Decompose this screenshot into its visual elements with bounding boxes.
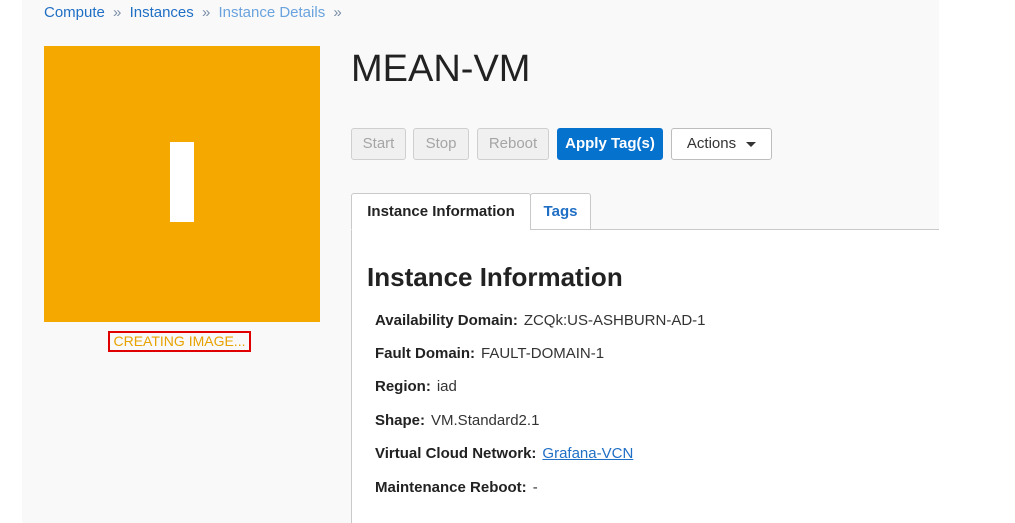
field-value: - [532, 479, 538, 496]
breadcrumb-separator: » [201, 4, 211, 21]
breadcrumb-separator: » [113, 4, 122, 21]
breadcrumb-instance-details: Instance Details [218, 4, 326, 21]
field-virtual-cloud-network: Virtual Cloud Network: Grafana-VCN [375, 444, 633, 464]
breadcrumb-separator: » [333, 4, 342, 21]
stop-button[interactable]: Stop [413, 128, 469, 160]
tab-tags[interactable]: Tags [530, 193, 591, 230]
chevron-down-icon [746, 141, 757, 147]
instance-status-icon [44, 46, 320, 322]
field-value: ZCQk:US-ASHBURN-AD-1 [523, 312, 706, 329]
breadcrumb: Compute » Instances » Instance Details » [44, 4, 346, 21]
instance-icon-glyph [170, 142, 194, 222]
field-value: VM.Standard2.1 [431, 412, 540, 429]
field-shape: Shape: VM.Standard2.1 [375, 411, 539, 431]
field-maintenance-reboot: Maintenance Reboot: - [375, 478, 538, 498]
breadcrumb-instances[interactable]: Instances [130, 4, 194, 21]
field-label: Region: [375, 378, 431, 395]
reboot-button[interactable]: Reboot [477, 128, 549, 160]
field-region: Region: iad [375, 377, 457, 397]
vcn-link[interactable]: Grafana-VCN [542, 445, 633, 462]
breadcrumb-compute[interactable]: Compute [44, 4, 105, 21]
field-label: Fault Domain: [375, 345, 475, 362]
field-label: Shape: [375, 412, 426, 429]
section-title: Instance Information [367, 262, 623, 292]
start-button[interactable]: Start [351, 128, 406, 160]
apply-tags-button[interactable]: Apply Tag(s) [557, 128, 663, 160]
actions-dropdown[interactable]: Actions [671, 128, 772, 160]
field-availability-domain: Availability Domain: ZCQk:US-ASHBURN-AD-1 [375, 311, 706, 331]
field-fault-domain: Fault Domain: FAULT-DOMAIN-1 [375, 344, 604, 364]
field-value: iad [436, 378, 457, 395]
field-value: FAULT-DOMAIN-1 [481, 345, 605, 362]
tab-instance-information[interactable]: Instance Information [351, 193, 531, 230]
actions-label: Actions [686, 135, 737, 152]
field-label: Maintenance Reboot: [375, 479, 527, 496]
instance-status-label: CREATING IMAGE... [108, 331, 251, 352]
field-label: Availability Domain: [375, 312, 518, 329]
page-title: MEAN-VM [351, 48, 531, 90]
field-label: Virtual Cloud Network: [375, 445, 537, 462]
